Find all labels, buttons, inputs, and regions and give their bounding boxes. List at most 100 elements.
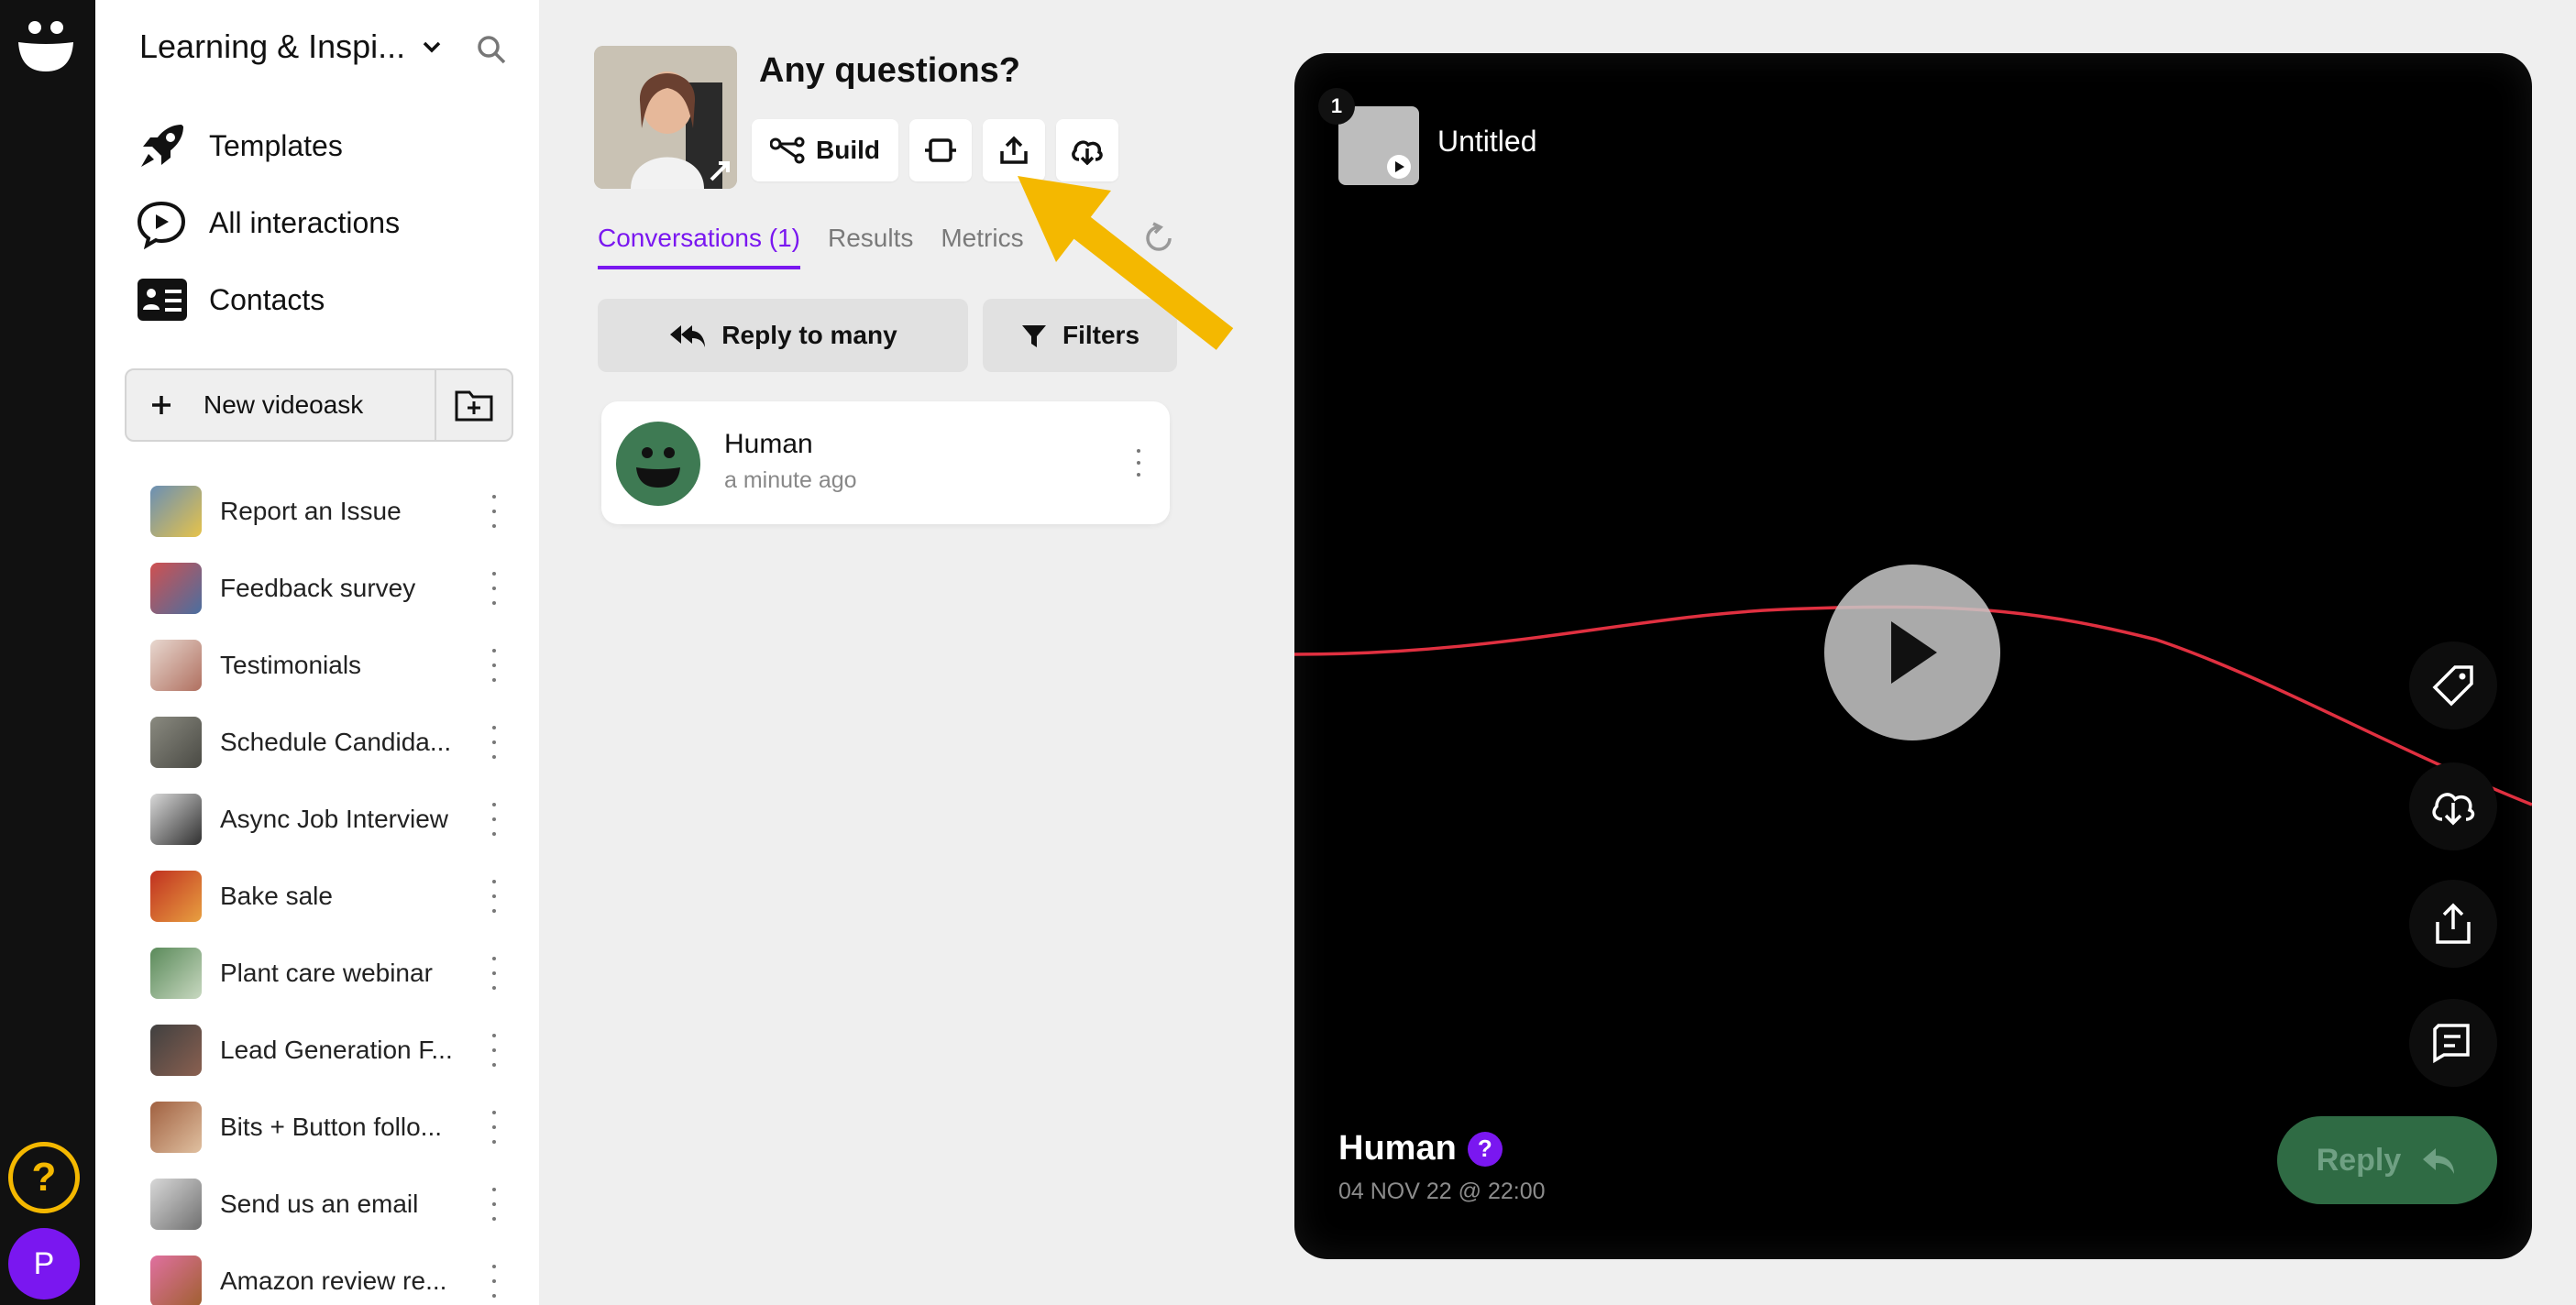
conversation-card[interactable]: Human a minute ago: [601, 401, 1170, 524]
list-item[interactable]: Schedule Candida...: [150, 704, 508, 781]
list-item[interactable]: Send us an email: [150, 1166, 508, 1243]
contact-avatar: [616, 422, 700, 506]
app-rail: ? P: [0, 0, 95, 1305]
videoask-thumbnail: [150, 1179, 202, 1230]
more-options-icon[interactable]: [490, 649, 499, 682]
folder-plus-icon: [455, 390, 493, 422]
videoask-title: Any questions?: [759, 51, 1021, 90]
transcript-button[interactable]: [2409, 999, 2497, 1087]
nav-contacts[interactable]: Contacts: [136, 273, 325, 326]
tab-results[interactable]: Results: [828, 224, 913, 269]
list-item[interactable]: Bake sale: [150, 858, 508, 935]
list-item[interactable]: Async Job Interview: [150, 781, 508, 858]
tag-icon: [2432, 665, 2473, 707]
videoask-thumbnail: [150, 717, 202, 768]
play-icon: [1891, 621, 1937, 684]
cloud-download-icon: [1072, 140, 1103, 165]
contacts-icon: [138, 279, 187, 321]
videoask-thumbnail: [150, 563, 202, 614]
list-item[interactable]: Testimonials: [150, 627, 508, 704]
videoask-thumbnail: [150, 871, 202, 922]
videoask-thumbnail: [150, 640, 202, 691]
more-options-icon[interactable]: [490, 1111, 499, 1144]
nav-label: Templates: [209, 128, 343, 162]
more-options-icon[interactable]: [490, 1265, 499, 1298]
step-title: Untitled: [1437, 125, 1537, 158]
videoask-thumbnail: [150, 794, 202, 845]
user-avatar[interactable]: P: [8, 1228, 80, 1300]
videoask-cover-image[interactable]: [594, 46, 737, 189]
workspace-title: Learning & Inspi...: [139, 27, 406, 65]
tag-button[interactable]: [2409, 642, 2497, 729]
videoask-thumbnail: [150, 1256, 202, 1305]
contact-name: Human: [724, 429, 813, 459]
share-upload-icon: [1000, 136, 1028, 164]
build-button[interactable]: Build: [752, 119, 898, 181]
tab-conversations[interactable]: Conversations (1): [598, 224, 800, 269]
more-options-icon[interactable]: [490, 572, 499, 605]
search-icon[interactable]: [475, 33, 508, 66]
results-tabs: Conversations (1) Results Metrics: [598, 224, 1024, 269]
more-options-icon[interactable]: [490, 957, 499, 990]
interactions-icon: [137, 201, 186, 249]
connect-button[interactable]: [909, 119, 972, 181]
annotation-arrow-icon: [1018, 176, 1234, 350]
new-videoask-label: New videoask: [204, 390, 364, 419]
nav-templates[interactable]: Templates: [136, 119, 343, 172]
more-options-icon[interactable]: [490, 495, 499, 528]
videoask-thumbnail: [150, 486, 202, 537]
more-options-icon[interactable]: [490, 880, 499, 913]
integrations-icon: [925, 138, 956, 162]
share-upload-icon: [2436, 903, 2471, 944]
build-label: Build: [816, 136, 880, 164]
response-date: 04 NOV 22 @ 22:00: [1338, 1179, 1546, 1204]
nav-label: All interactions: [209, 205, 401, 239]
reply-to-many-label: Reply to many: [721, 321, 897, 349]
list-item[interactable]: Feedback survey: [150, 550, 508, 627]
list-item[interactable]: Bits + Button follo...: [150, 1089, 508, 1166]
respondent-name: Human ?: [1338, 1129, 1503, 1168]
flow-icon: [770, 137, 805, 164]
more-options-icon[interactable]: [1135, 449, 1142, 477]
download-response-button[interactable]: [2409, 762, 2497, 850]
list-item[interactable]: Lead Generation F...: [150, 1012, 508, 1089]
list-item[interactable]: Plant care webinar: [150, 935, 508, 1012]
download-button[interactable]: [1056, 119, 1118, 181]
more-options-icon[interactable]: [490, 803, 499, 836]
more-options-icon[interactable]: [490, 726, 499, 759]
more-options-icon[interactable]: [490, 1034, 499, 1067]
nav-label: Contacts: [209, 282, 325, 316]
reply-all-icon: [670, 325, 706, 347]
reply-to-many-button[interactable]: Reply to many: [598, 299, 968, 372]
new-folder-button[interactable]: [436, 370, 512, 440]
conversation-time: a minute ago: [724, 467, 857, 493]
list-item[interactable]: Amazon review re...: [150, 1243, 508, 1305]
play-button[interactable]: [1824, 565, 2000, 740]
help-button[interactable]: ?: [8, 1142, 80, 1213]
cloud-download-icon: [2432, 793, 2475, 826]
new-videoask-row: New videoask: [125, 368, 513, 442]
videoask-thumbnail: [150, 948, 202, 999]
videoask-thumbnail: [150, 1102, 202, 1153]
unknown-contact-badge[interactable]: ?: [1467, 1131, 1503, 1167]
videoask-thumbnail: [150, 1025, 202, 1076]
list-item[interactable]: Report an Issue: [150, 473, 508, 550]
videoask-logo-icon[interactable]: [17, 15, 75, 73]
reply-icon: [2423, 1148, 2455, 1174]
share-button[interactable]: [983, 119, 1045, 181]
share-response-button[interactable]: [2409, 880, 2497, 968]
nav-all-interactions[interactable]: All interactions: [136, 196, 400, 249]
chevron-down-icon: [423, 41, 441, 53]
transcript-icon: [2433, 1024, 2470, 1064]
more-options-icon[interactable]: [490, 1188, 499, 1221]
workspace-selector[interactable]: Learning & Inspi...: [139, 27, 442, 66]
plus-icon: [152, 396, 171, 414]
step-number-badge: 1: [1318, 88, 1355, 125]
new-videoask-button[interactable]: New videoask: [127, 370, 436, 440]
sidebar: Learning & Inspi... Templates All intera…: [95, 0, 539, 1305]
rocket-icon: [141, 125, 183, 167]
reply-button[interactable]: Reply: [2277, 1116, 2497, 1204]
videoask-list: Report an Issue Feedback survey Testimon…: [150, 473, 508, 1305]
video-player: 1 Untitled Human ? 04 NOV 22 @ 22:00 Rep…: [1294, 53, 2532, 1259]
reply-label: Reply: [2316, 1142, 2402, 1178]
